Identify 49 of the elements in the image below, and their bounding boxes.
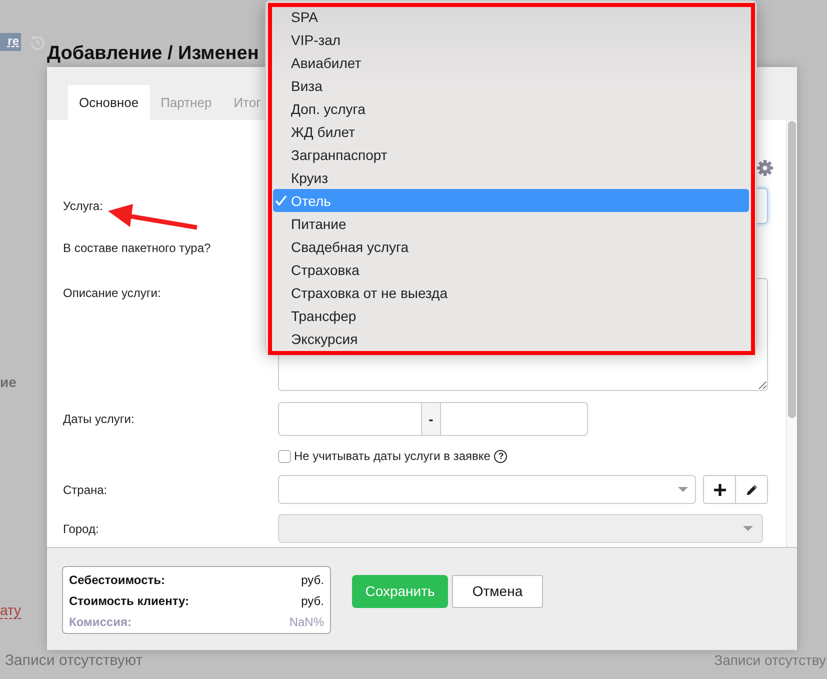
help-icon[interactable]: ? xyxy=(494,450,508,462)
menu-option[interactable]: Страховка xyxy=(273,258,749,281)
field-label: Услуга: xyxy=(63,198,103,214)
field-label: Страна: xyxy=(63,482,108,498)
summary-value: NaN% xyxy=(289,614,324,628)
cancel-button[interactable]: Отмена xyxy=(452,575,543,608)
menu-option[interactable]: ЖД билет xyxy=(273,120,749,143)
menu-option[interactable]: Виза xyxy=(273,74,749,97)
checkbox-label: Не учитывать даты услуги в заявке xyxy=(294,448,490,464)
gear-icon[interactable] xyxy=(757,160,773,176)
add-button[interactable] xyxy=(703,475,736,504)
caret-icon xyxy=(743,526,753,531)
menu-option[interactable]: Трансфер xyxy=(273,304,749,327)
field-label: Город: xyxy=(63,520,99,536)
field-label: Даты услуги: xyxy=(63,411,134,427)
section-label: ие xyxy=(0,374,16,390)
menu-option[interactable]: Питание xyxy=(273,212,749,235)
field-label: Описание услуги: xyxy=(63,285,161,301)
menu-option[interactable]: Круиз xyxy=(273,166,749,189)
date-separator: - xyxy=(422,402,440,436)
menu-option[interactable]: Загранпаспорт xyxy=(273,143,749,166)
edit-button[interactable] xyxy=(736,475,768,504)
check-icon xyxy=(275,195,287,206)
summary-value: руб. xyxy=(301,572,324,586)
menu-option[interactable]: SPA xyxy=(273,5,749,28)
date-from-field[interactable] xyxy=(278,402,422,436)
summary-label: Себестоимость: xyxy=(69,572,166,586)
tab[interactable]: Основное xyxy=(68,85,150,120)
caret-icon xyxy=(678,487,688,492)
checkbox[interactable] xyxy=(278,450,291,462)
menu-option[interactable]: Авиабилет xyxy=(273,51,749,74)
menu-option[interactable]: VIP-зал xyxy=(273,28,749,51)
empty-state-text: Записи отсутству xyxy=(714,652,826,668)
scrollbar-track[interactable] xyxy=(786,120,797,547)
menu-option[interactable]: Свадебная услуга xyxy=(273,235,749,258)
summary-label: Комиссия: xyxy=(69,614,132,628)
dialog-title: Добавление / Изменен xyxy=(47,42,259,66)
country-select[interactable] xyxy=(278,475,696,504)
plus-icon xyxy=(714,484,726,496)
menu-option[interactable]: Доп. услуга xyxy=(273,97,749,120)
menu-option[interactable]: Страховка от не выезда xyxy=(273,281,749,304)
date-to-field[interactable] xyxy=(440,402,588,436)
empty-state-text: Записи отсутствуют xyxy=(5,652,143,670)
summary-value: руб. xyxy=(301,594,324,608)
field-label: В составе пакетного тура? xyxy=(63,240,211,256)
menu-option[interactable]: Экскурсия xyxy=(273,327,749,350)
pencil-icon xyxy=(746,484,758,496)
scrollbar-thumb[interactable] xyxy=(788,121,796,418)
summary-label: Стоимость клиенту: xyxy=(69,594,190,608)
